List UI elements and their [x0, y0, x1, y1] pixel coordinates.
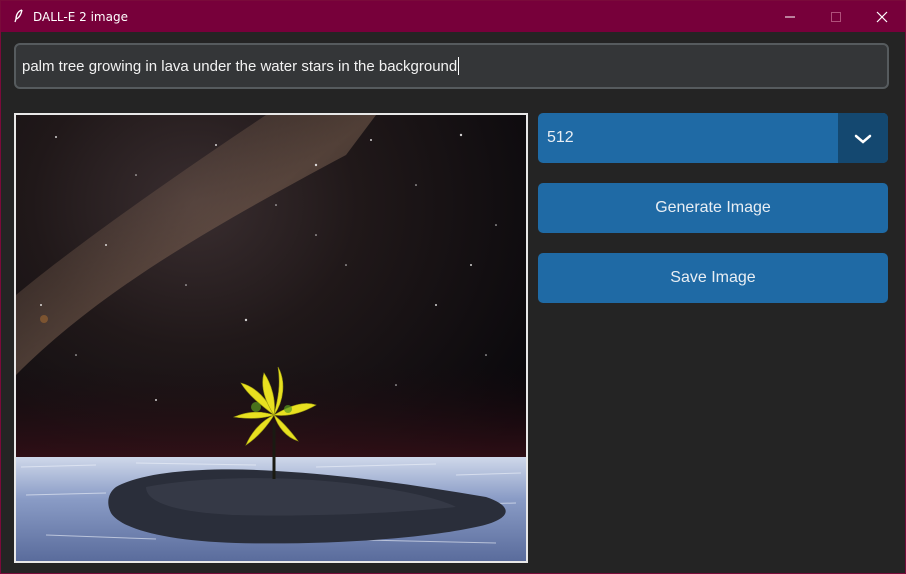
generate-image-button[interactable]: Generate Image — [538, 183, 888, 233]
text-cursor — [458, 57, 460, 76]
dropdown-arrow-button[interactable] — [838, 113, 888, 163]
image-size-value: 512 — [547, 129, 574, 146]
minimize-button[interactable] — [767, 1, 813, 32]
close-button[interactable] — [859, 1, 905, 32]
prompt-input[interactable]: palm tree growing in lava under the wate… — [14, 43, 889, 89]
prompt-text: palm tree growing in lava under the wate… — [22, 58, 458, 75]
window-title: DALL-E 2 image — [33, 10, 128, 24]
generated-image — [14, 113, 528, 563]
maximize-icon — [831, 12, 841, 22]
image-size-select[interactable]: 512 — [538, 113, 888, 163]
save-image-button[interactable]: Save Image — [538, 253, 888, 303]
close-icon — [876, 11, 888, 23]
feather-icon — [13, 9, 25, 23]
title-bar[interactable]: DALL-E 2 image — [1, 1, 905, 32]
app-window: DALL-E 2 image palm tree growing in lava… — [0, 0, 906, 574]
minimize-icon — [785, 16, 795, 18]
maximize-button[interactable] — [813, 1, 859, 32]
chevron-down-icon — [854, 134, 872, 144]
